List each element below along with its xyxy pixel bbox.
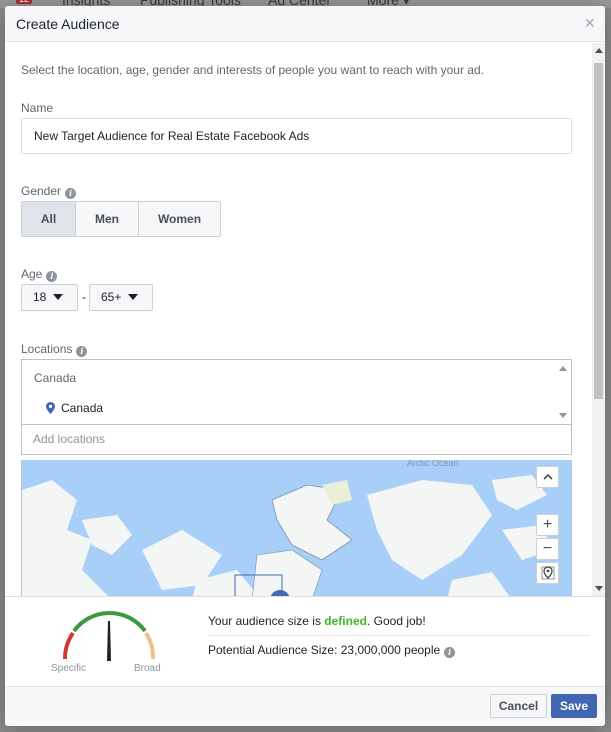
- map-graphic: Arctic Ocean: [22, 460, 572, 596]
- dialog-body: Select the location, age, gender and int…: [5, 43, 605, 596]
- zoom-out-button[interactable]: −: [536, 538, 559, 560]
- chevron-down-icon: [128, 294, 139, 300]
- save-button[interactable]: Save: [551, 694, 597, 718]
- dialog-title: Create Audience: [16, 16, 120, 32]
- create-audience-dialog: Create Audience × Select the location, a…: [5, 6, 605, 726]
- map-collapse-button[interactable]: [536, 466, 559, 488]
- info-icon[interactable]: i: [444, 647, 456, 658]
- bg-nav-badge: 12: [16, 0, 33, 4]
- name-label: Name: [21, 101, 54, 115]
- scrollbar-thumb[interactable]: [594, 63, 603, 399]
- gender-men-button[interactable]: Men: [76, 202, 139, 236]
- location-map[interactable]: Arctic Ocean + −: [21, 460, 572, 596]
- dialog-scrollbar[interactable]: [592, 43, 605, 596]
- audience-defined-text: Your audience size is defined. Good job!: [208, 614, 426, 628]
- age-min-select[interactable]: 18: [21, 284, 78, 311]
- map-label-arctic-ocean: Arctic Ocean: [407, 460, 459, 468]
- add-locations-input[interactable]: Add locations: [21, 424, 572, 455]
- close-icon[interactable]: ×: [584, 13, 595, 33]
- map-pin-icon: [46, 402, 55, 414]
- divider: [208, 635, 590, 636]
- chevron-up-icon: [542, 473, 553, 480]
- zoom-in-button[interactable]: +: [536, 514, 559, 536]
- gender-all-button[interactable]: All: [22, 202, 76, 236]
- info-icon[interactable]: i: [65, 188, 77, 199]
- gauge-label-broad: Broad: [134, 663, 161, 674]
- audience-name-input[interactable]: New Target Audience for Real Estate Face…: [21, 118, 572, 154]
- drop-pin-button[interactable]: [536, 562, 559, 584]
- age-max-select[interactable]: 65+: [89, 284, 153, 311]
- info-icon[interactable]: i: [46, 271, 58, 282]
- locations-list: Canada Canada: [21, 359, 572, 424]
- gender-women-button[interactable]: Women: [139, 202, 220, 236]
- locations-label: Locations i: [21, 342, 88, 357]
- locations-scrollbar[interactable]: [555, 360, 571, 424]
- intro-text: Select the location, age, gender and int…: [21, 63, 484, 77]
- dialog-header: Create Audience ×: [5, 6, 605, 42]
- cancel-button[interactable]: Cancel: [490, 694, 547, 718]
- defined-status: defined: [324, 614, 367, 628]
- gauge-label-specific: Specific: [51, 663, 87, 674]
- locate-pin-icon: [541, 566, 554, 580]
- location-item-canada[interactable]: Canada: [46, 401, 103, 415]
- dialog-footer: Cancel Save: [5, 686, 605, 726]
- scroll-down-icon[interactable]: [595, 586, 603, 591]
- info-icon[interactable]: i: [76, 346, 88, 357]
- location-group-header: Canada: [34, 371, 77, 385]
- audience-size-panel: Specific Broad Your audience size is def…: [5, 596, 605, 686]
- gender-selector: All Men Women: [21, 201, 221, 237]
- age-label: Age i: [21, 267, 58, 282]
- chevron-down-icon: [53, 294, 64, 300]
- age-separator: -: [82, 290, 86, 304]
- scroll-up-icon[interactable]: [595, 48, 603, 53]
- gender-label: Gender i: [21, 184, 77, 199]
- potential-audience-size: Potential Audience Size: 23,000,000 peop…: [208, 643, 456, 658]
